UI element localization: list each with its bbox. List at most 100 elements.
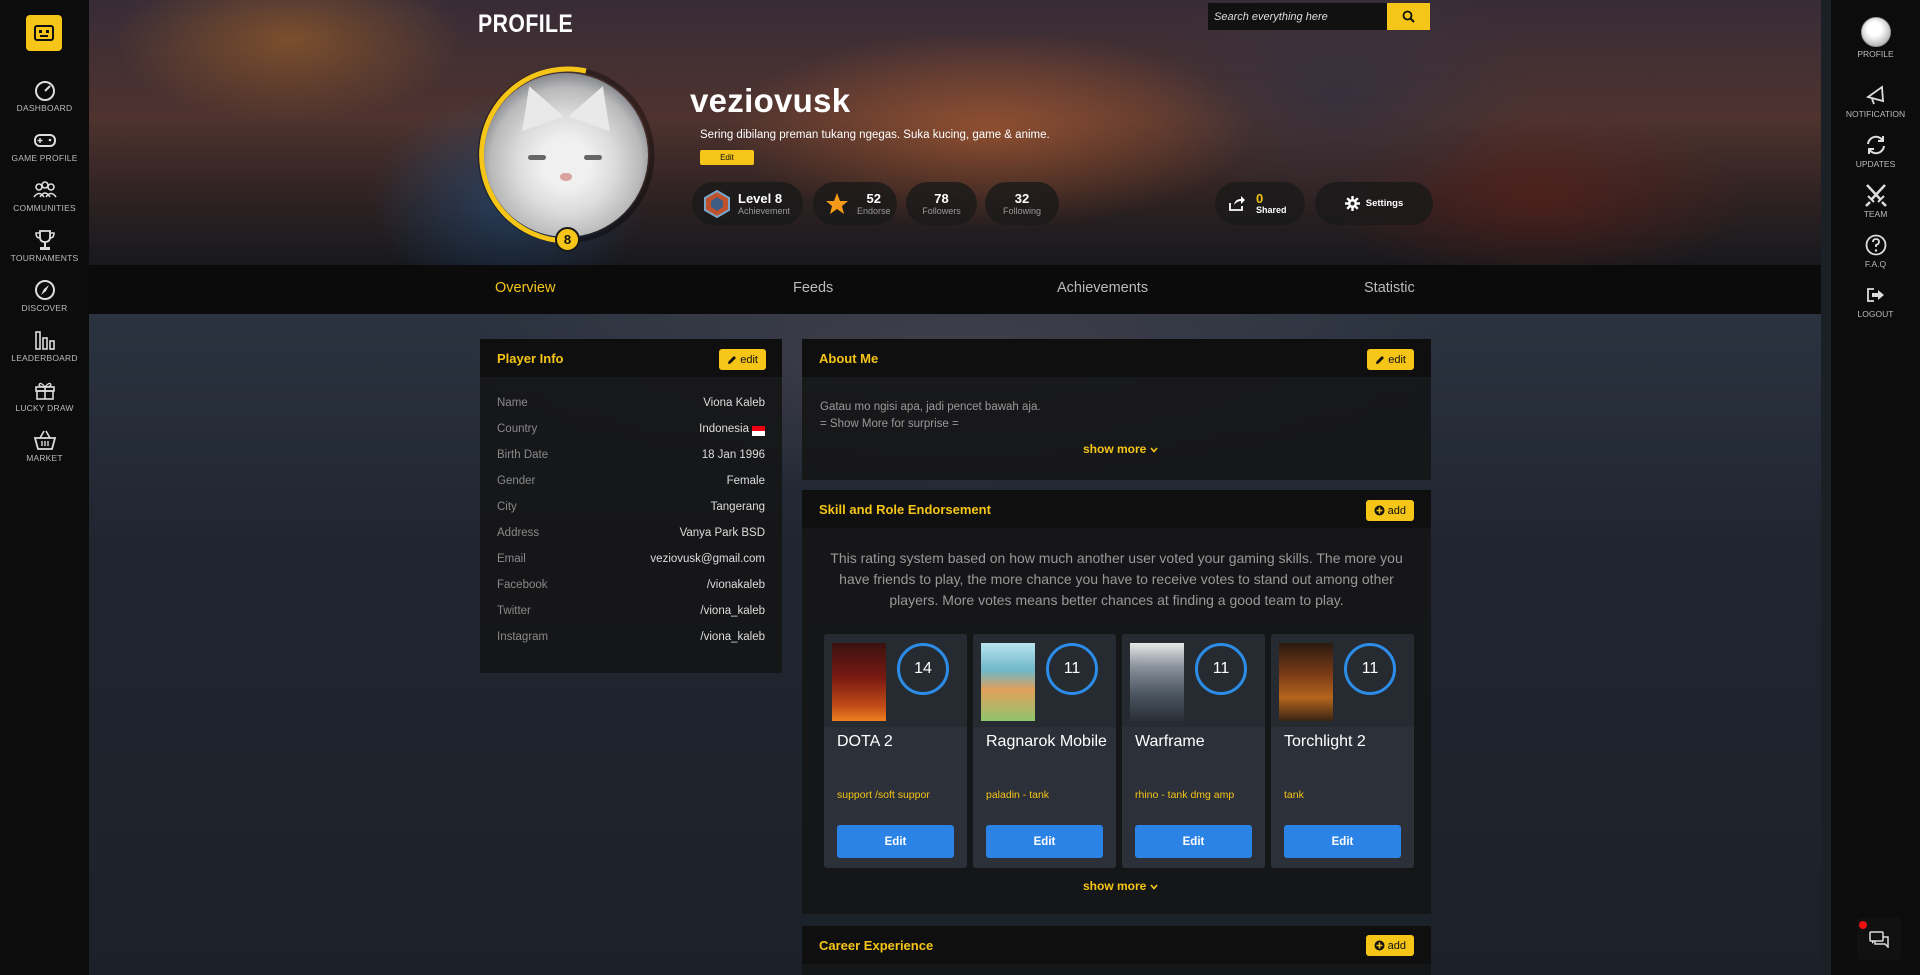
nav-label: NOTIFICATION	[1845, 109, 1906, 119]
about-me-header: About Me edit	[802, 339, 1431, 377]
level-caption: Achievement	[738, 205, 791, 216]
endorse-value: 52	[866, 190, 881, 206]
plus-circle-icon	[1374, 505, 1385, 516]
info-value: Viona Kaleb	[703, 397, 765, 409]
tab-achievements[interactable]: Achievements	[1057, 280, 1148, 296]
app-logo[interactable]	[26, 15, 62, 51]
nav-label: MARKET	[26, 453, 63, 463]
chevron-down-icon	[1150, 884, 1158, 890]
info-value: Indonesia	[699, 423, 749, 435]
info-row-city: City Tangerang	[497, 501, 765, 519]
info-value: veziovusk@gmail.com	[650, 553, 765, 565]
edit-about-button[interactable]: edit	[1367, 349, 1414, 370]
edit-game-button[interactable]: Edit	[837, 825, 954, 858]
info-row-email: Email veziovusk@gmail.com	[497, 553, 765, 571]
edit-game-button[interactable]: Edit	[986, 825, 1103, 858]
endorsement-score: 11	[1344, 643, 1396, 695]
settings-button[interactable]: Settings	[1315, 182, 1433, 225]
player-info-header: Player Info edit	[480, 339, 782, 377]
nav-notification[interactable]: NOTIFICATION	[1831, 83, 1920, 119]
info-label: Birth Date	[497, 449, 549, 461]
nav-faq[interactable]: F.A.Q	[1831, 233, 1920, 269]
nav-label: F.A.Q	[1864, 259, 1887, 269]
endorse-stat[interactable]: 52 Endorse	[813, 182, 897, 225]
followers-stat[interactable]: 78 Followers	[906, 182, 977, 225]
info-value: /viona_kaleb	[700, 631, 765, 643]
game-card-header: 14	[824, 634, 967, 727]
followers-caption: Followers	[922, 205, 961, 216]
share-icon	[1229, 196, 1245, 211]
edit-game-button[interactable]: Edit	[1135, 825, 1252, 858]
nav-market[interactable]: MARKET	[0, 428, 89, 463]
info-row-name: Name Viona Kaleb	[497, 397, 765, 415]
about-show-more[interactable]: show more	[1083, 442, 1158, 456]
info-label: Twitter	[497, 605, 531, 617]
chat-icon	[1869, 930, 1889, 948]
achievement-stat[interactable]: Level 8 Achievement	[692, 182, 803, 225]
tab-feeds[interactable]: Feeds	[793, 280, 833, 296]
info-label: Facebook	[497, 579, 548, 591]
show-more-label: show more	[1083, 442, 1147, 456]
edit-bio-button[interactable]: Edit	[700, 150, 754, 165]
game-card-warframe: 11 Warframe rhino - tank dmg amp Edit	[1122, 634, 1265, 868]
share-button[interactable]: 0 Shared	[1215, 182, 1305, 225]
search-input[interactable]	[1208, 3, 1387, 30]
nav-label: DISCOVER	[21, 303, 68, 313]
info-row-facebook: Facebook/vionakaleb	[497, 579, 765, 597]
gauge-icon	[34, 81, 55, 101]
endorsement-score: 14	[897, 643, 949, 695]
tab-statistic[interactable]: Statistic	[1364, 280, 1415, 296]
nav-discover[interactable]: DISCOVER	[0, 278, 89, 313]
gamepad-icon	[33, 134, 56, 147]
ragnarok-cover-image	[981, 643, 1035, 721]
nav-label: DASHBOARD	[16, 103, 73, 113]
endorsement-score: 11	[1046, 643, 1098, 695]
add-endorsement-button[interactable]: add	[1365, 500, 1414, 521]
nav-tournaments[interactable]: TOURNAMENTS	[0, 228, 89, 263]
username: veziovusk	[690, 82, 851, 119]
profile-avatar[interactable]	[476, 65, 656, 245]
endorsement-show-more[interactable]: show more	[1083, 879, 1158, 893]
endorsement-description: This rating system based on how much ano…	[830, 550, 1403, 608]
settings-label: Settings	[1365, 198, 1404, 209]
nav-profile[interactable]: PROFILE	[1831, 17, 1920, 59]
info-label: Gender	[497, 475, 536, 487]
info-label: Instagram	[497, 631, 549, 643]
info-label: Country	[497, 423, 538, 435]
game-card-ragnarok-mobile: 11 Ragnarok Mobile paladin - tank Edit	[973, 634, 1116, 868]
torchlight-2-cover-image	[1279, 643, 1333, 721]
career-header: Career Experience add	[802, 926, 1431, 964]
add-career-button[interactable]: add	[1365, 935, 1414, 956]
info-row-instagram: Instagram/viona_kaleb	[497, 631, 765, 649]
add-label: add	[1387, 939, 1406, 952]
nav-logout[interactable]: LOGOUT	[1831, 283, 1920, 319]
endorse-caption: Endorse	[857, 205, 891, 216]
info-label: Email	[497, 553, 526, 565]
swords-icon	[1864, 184, 1887, 207]
tab-overview[interactable]: Overview	[495, 280, 555, 296]
nav-leaderboard[interactable]: LEADERBOARD	[0, 328, 89, 363]
info-value: /viona_kaleb	[700, 605, 765, 617]
game-card-torchlight-2: 11 Torchlight 2 tank Edit	[1271, 634, 1414, 868]
endorsement-card: Skill and Role Endorsement add This rati…	[802, 490, 1431, 914]
chat-button[interactable]	[1857, 918, 1901, 960]
edit-game-button[interactable]: Edit	[1284, 825, 1401, 858]
info-row-country: Country Indonesia	[497, 423, 765, 441]
nav-team[interactable]: TEAM	[1831, 183, 1920, 219]
edit-label: edit	[1388, 353, 1406, 366]
nav-updates[interactable]: UPDATES	[1831, 133, 1920, 169]
nav-lucky-draw[interactable]: LUCKY DRAW	[0, 378, 89, 413]
info-label: Address	[497, 527, 540, 539]
edit-player-info-button[interactable]: edit	[719, 349, 766, 370]
pencil-icon	[1376, 355, 1385, 364]
nav-game-profile[interactable]: GAME PROFILE	[0, 128, 89, 163]
game-card-header: 11	[973, 634, 1116, 727]
search-button[interactable]	[1387, 3, 1430, 30]
nav-dashboard[interactable]: DASHBOARD	[0, 78, 89, 113]
nav-label: GAME PROFILE	[11, 153, 78, 163]
nav-communities[interactable]: COMMUNITIES	[0, 178, 89, 213]
card-title: Player Info	[497, 350, 564, 366]
following-stat[interactable]: 32 Following	[985, 182, 1059, 225]
logout-icon	[1866, 288, 1884, 302]
info-row-gender: Gender Female	[497, 475, 765, 493]
